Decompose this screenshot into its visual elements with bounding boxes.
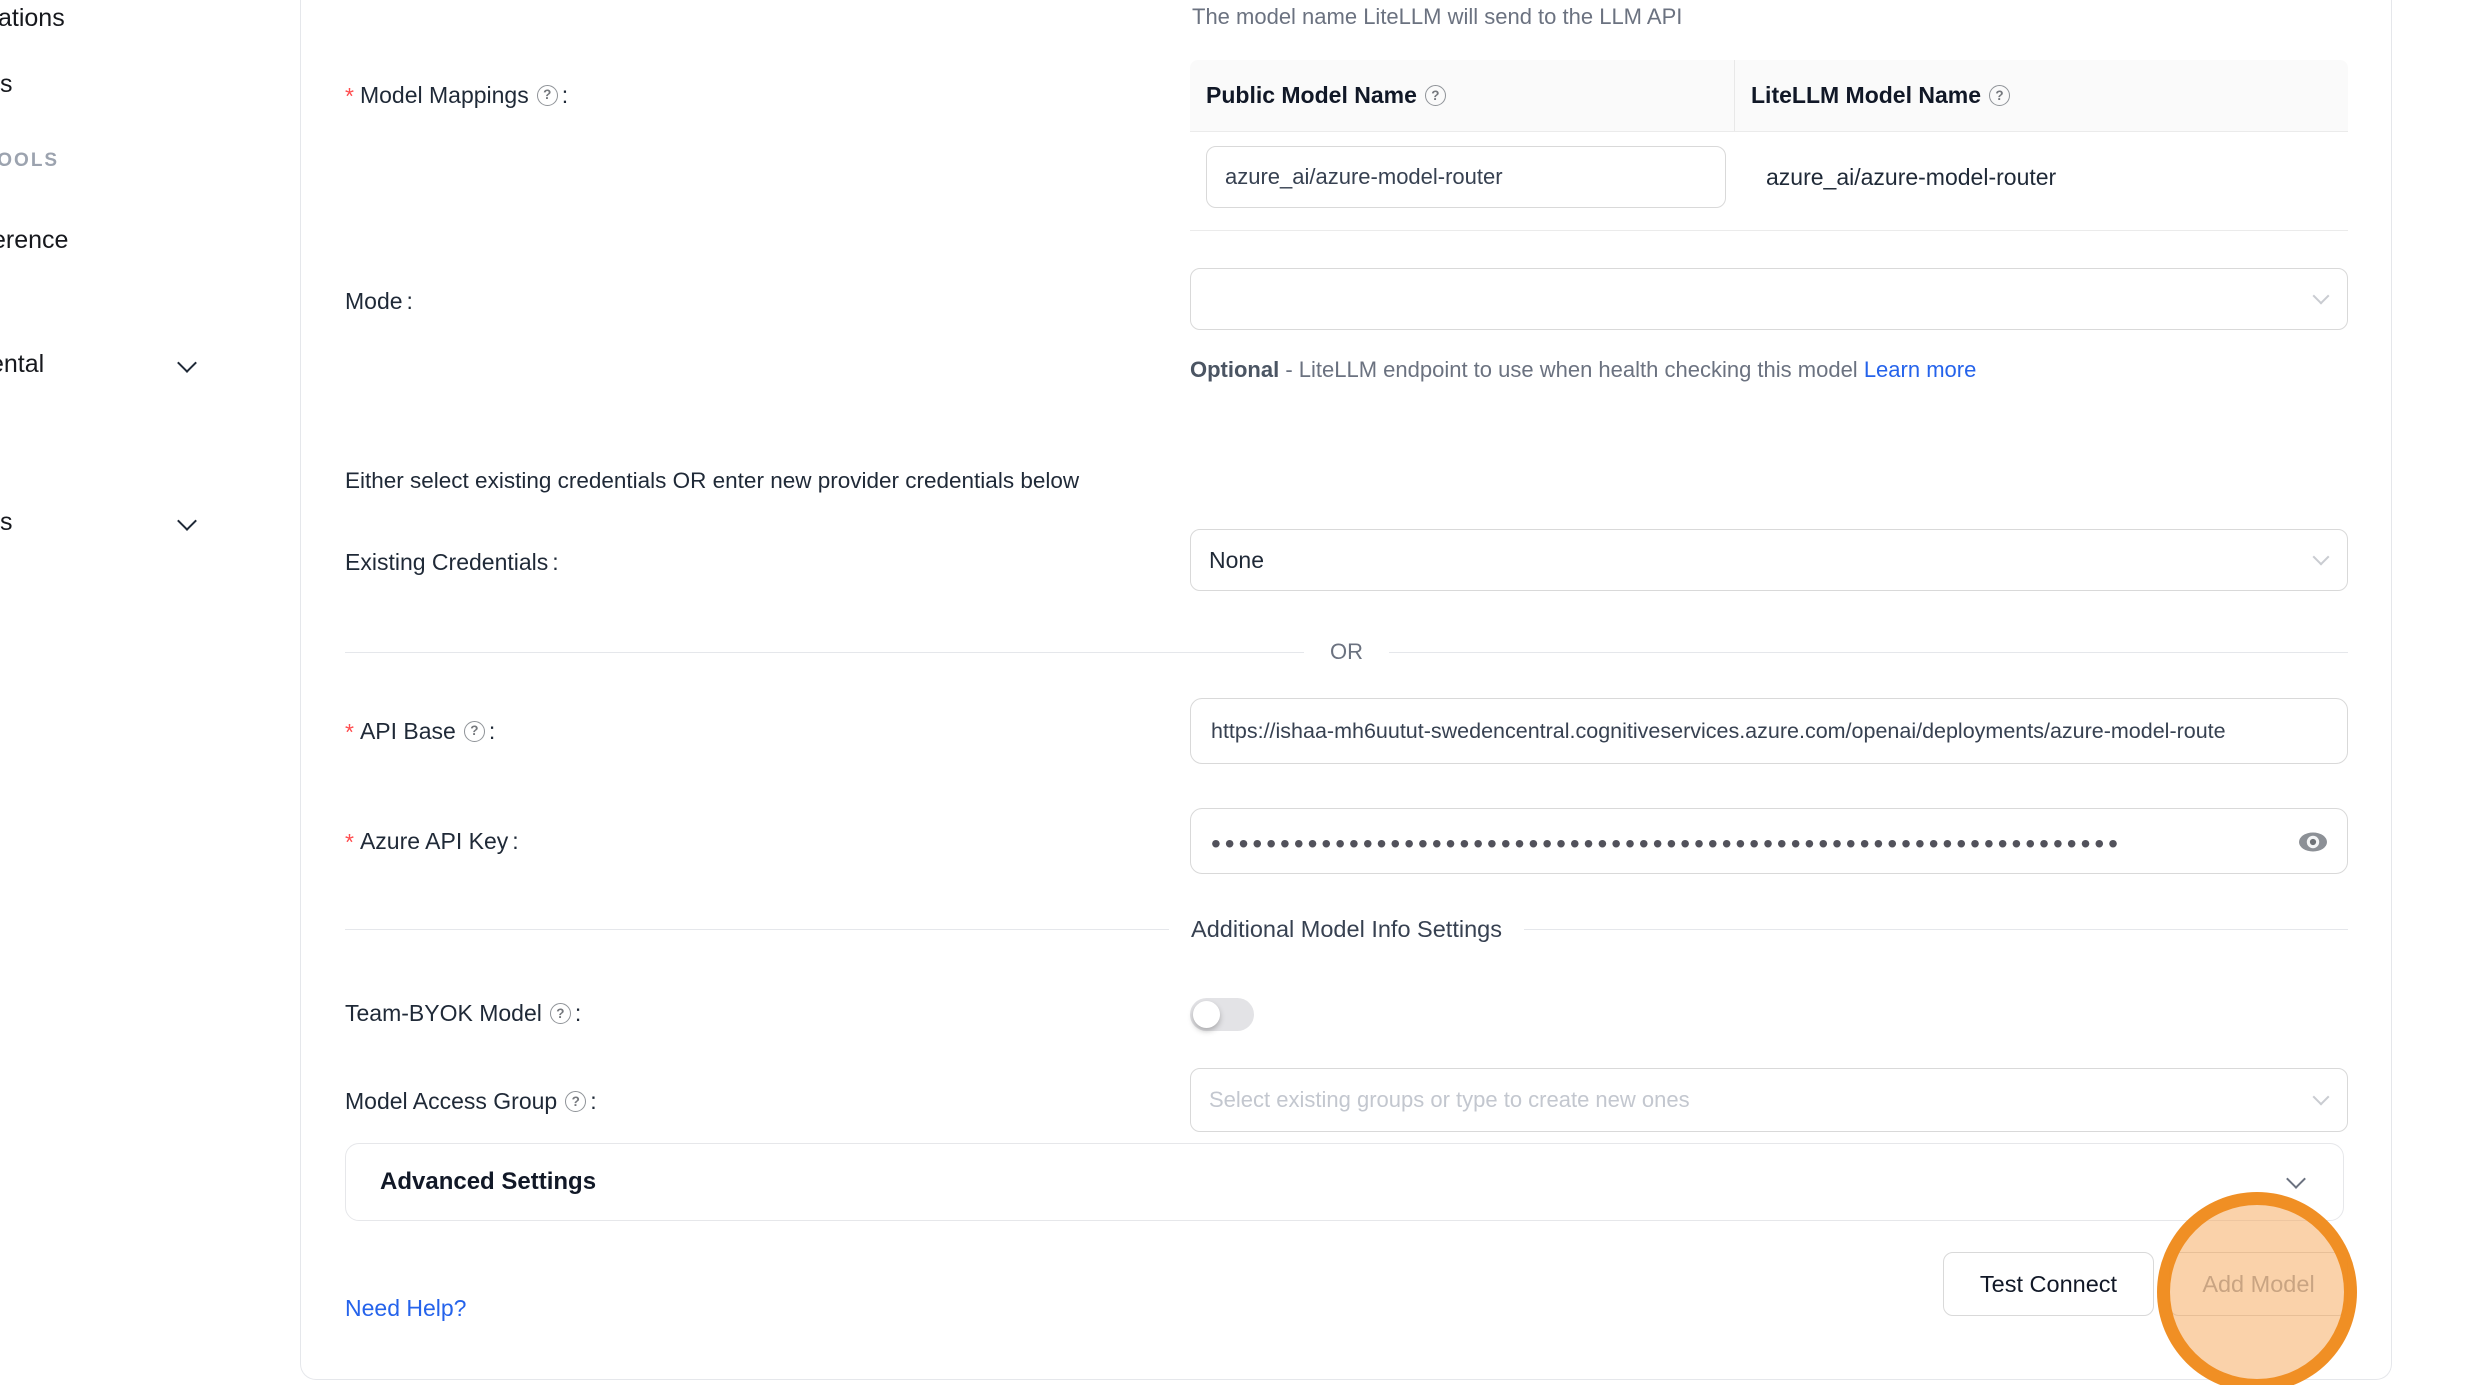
toggle-knob <box>1193 1001 1220 1028</box>
test-connect-button[interactable]: Test Connect <box>1943 1252 2154 1316</box>
label-colon: : <box>552 549 558 576</box>
public-model-name-header-text: Public Model Name <box>1206 82 1417 109</box>
model-mappings-table-header: Public Model Name LiteLLM Model Name <box>1190 60 2348 132</box>
help-circle-icon[interactable] <box>537 85 558 106</box>
label-colon: : <box>407 288 413 315</box>
advanced-settings-panel[interactable]: Advanced Settings <box>345 1143 2344 1221</box>
sidebar-item-api-reference[interactable]: erence <box>0 226 68 255</box>
sidebar-item-experimental[interactable]: ental <box>0 350 44 379</box>
label-colon: : <box>512 828 518 855</box>
mode-select[interactable] <box>1190 268 2348 330</box>
credentials-note: Either select existing credentials OR en… <box>345 468 1079 494</box>
label-colon: : <box>489 718 495 745</box>
api-base-label-text: API Base <box>360 718 456 745</box>
required-asterisk: * <box>345 829 354 856</box>
litellm-model-name-value: azure_ai/azure-model-router <box>1726 164 2056 191</box>
help-circle-icon[interactable] <box>565 1091 586 1112</box>
model-access-group-placeholder: Select existing groups or type to create… <box>1209 1087 1690 1113</box>
sidebar-item-settings[interactable]: s <box>0 508 13 537</box>
chevron-down-icon <box>2313 288 2330 305</box>
required-asterisk: * <box>345 83 354 110</box>
existing-credentials-select[interactable]: None <box>1190 529 2348 591</box>
label-colon: : <box>562 82 568 109</box>
mode-helper-body: - LiteLLM endpoint to use when health ch… <box>1279 357 1864 382</box>
help-circle-icon[interactable] <box>1989 85 2010 106</box>
mode-label-text: Mode <box>345 288 403 315</box>
divider-line <box>1389 652 2348 653</box>
model-mappings-table: Public Model Name LiteLLM Model Name azu… <box>1190 60 2348 231</box>
existing-credentials-value: None <box>1209 547 1264 574</box>
mode-helper-bold: Optional <box>1190 357 1279 382</box>
existing-credentials-label: Existing Credentials : <box>345 549 559 576</box>
divider-line <box>1524 929 2348 930</box>
or-divider-text: OR <box>1304 639 1389 665</box>
chevron-down-icon <box>2286 1169 2306 1189</box>
chevron-down-icon <box>2313 549 2330 566</box>
existing-credentials-label-text: Existing Credentials <box>345 549 548 576</box>
team-byok-toggle[interactable] <box>1190 998 1254 1031</box>
model-mappings-table-row: azure_ai/azure-model-router azure_ai/azu… <box>1190 132 2348 231</box>
sidebar-item-1[interactable]: s <box>0 70 13 99</box>
azure-api-key-label: * Azure API Key : <box>345 826 519 856</box>
or-divider: OR <box>345 639 2348 665</box>
mode-helper-text: Optional - LiteLLM endpoint to use when … <box>1190 350 2030 390</box>
help-circle-icon[interactable] <box>1425 85 1446 106</box>
team-byok-label: Team-BYOK Model : <box>345 1000 581 1027</box>
additional-settings-divider: Additional Model Info Settings <box>345 916 2348 943</box>
model-access-group-select[interactable]: Select existing groups or type to create… <box>1190 1068 2348 1132</box>
api-base-label: * API Base : <box>345 716 495 746</box>
model-mappings-label-text: Model Mappings <box>360 82 529 109</box>
sidebar-section-tools: TOOLS <box>0 150 59 172</box>
label-colon: : <box>575 1000 581 1027</box>
masked-password-dots: ••••••••••••••••••••••••••••••••••••••••… <box>1211 824 2122 858</box>
chevron-down-icon <box>2313 1089 2330 1106</box>
model-name-hint: The model name LiteLLM will send to the … <box>1192 4 1682 30</box>
label-colon: : <box>590 1088 596 1115</box>
api-base-input[interactable]: https://ishaa-mh6uutut-swedencentral.cog… <box>1190 698 2348 764</box>
public-model-name-input[interactable]: azure_ai/azure-model-router <box>1206 146 1726 208</box>
divider-line <box>345 929 1169 930</box>
divider-line <box>345 652 1304 653</box>
highlight-circle-annotation <box>2157 1192 2357 1385</box>
need-help-link[interactable]: Need Help? <box>345 1295 466 1322</box>
model-mappings-label: * Model Mappings : <box>345 80 568 110</box>
add-model-screen: ations s TOOLS erence ental s The model … <box>0 0 2477 1385</box>
eye-icon[interactable] <box>2297 828 2329 856</box>
learn-more-link[interactable]: Learn more <box>1864 357 1977 382</box>
mode-label: Mode : <box>345 288 413 315</box>
azure-api-key-label-text: Azure API Key <box>360 828 508 855</box>
additional-settings-divider-text: Additional Model Info Settings <box>1169 916 1524 943</box>
sidebar-item-organizations[interactable]: ations <box>0 4 65 33</box>
help-circle-icon[interactable] <box>464 721 485 742</box>
litellm-model-name-header-text: LiteLLM Model Name <box>1751 82 1981 109</box>
model-access-group-label-text: Model Access Group <box>345 1088 557 1115</box>
required-asterisk: * <box>345 719 354 746</box>
team-byok-label-text: Team-BYOK Model <box>345 1000 542 1027</box>
azure-api-key-input[interactable]: ••••••••••••••••••••••••••••••••••••••••… <box>1190 808 2348 874</box>
column-header-litellm-model-name: LiteLLM Model Name <box>1735 60 2348 131</box>
chevron-down-icon <box>177 511 197 531</box>
advanced-settings-title: Advanced Settings <box>380 1168 2289 1196</box>
model-access-group-label: Model Access Group : <box>345 1088 597 1115</box>
chevron-down-icon <box>177 353 197 373</box>
column-header-public-model-name: Public Model Name <box>1190 60 1735 131</box>
help-circle-icon[interactable] <box>550 1003 571 1024</box>
